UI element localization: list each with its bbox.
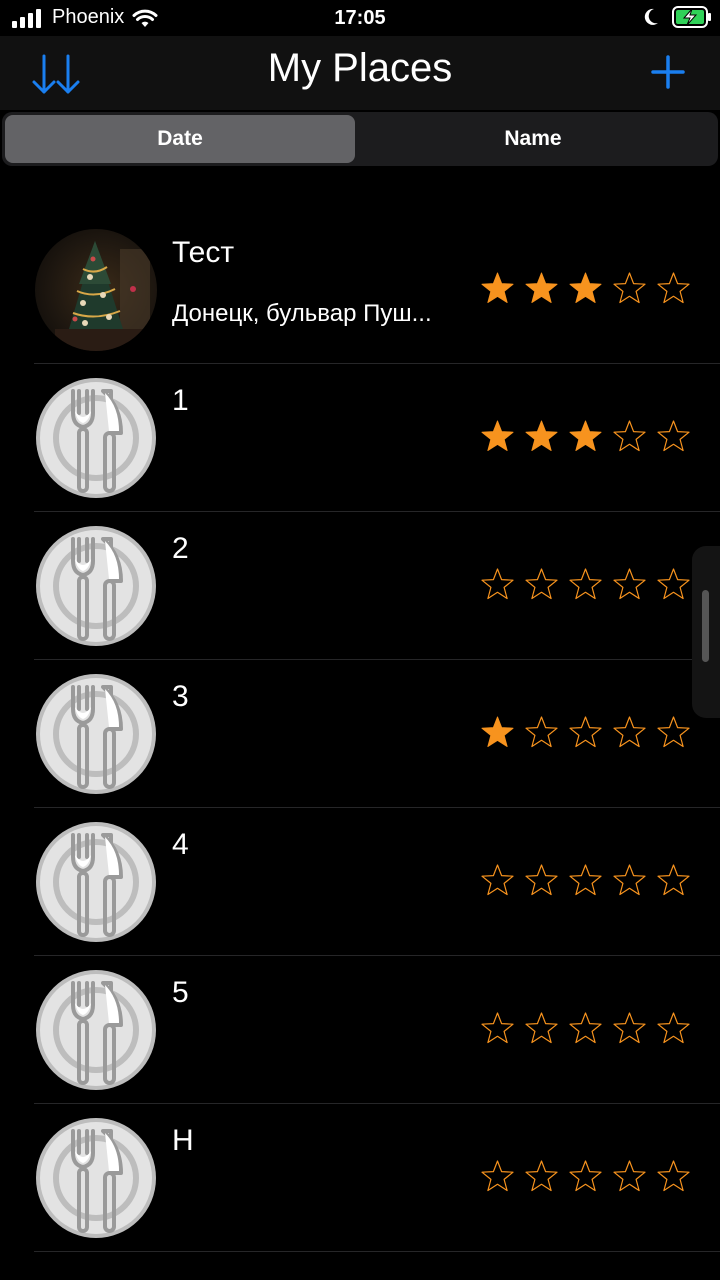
empty-star-icon: [613, 1012, 646, 1044]
empty-star-icon: [657, 568, 690, 600]
empty-star-icon: [657, 272, 690, 304]
empty-star-icon: [657, 420, 690, 452]
empty-star-icon: [481, 864, 514, 896]
scroll-thumb[interactable]: [702, 590, 709, 662]
empty-star-icon: [569, 1160, 602, 1192]
empty-star-icon: [481, 568, 514, 600]
place-name: 4: [172, 828, 189, 861]
plate-fork-knife-icon: [36, 378, 156, 498]
filled-star-icon: [569, 272, 602, 303]
empty-star-icon: [657, 1012, 690, 1044]
empty-star-icon: [613, 1160, 646, 1192]
empty-star-icon: [525, 716, 558, 748]
place-row[interactable]: 2: [0, 512, 720, 660]
place-name: 2: [172, 532, 189, 565]
plate-fork-knife-icon: [36, 674, 156, 794]
empty-star-icon: [569, 716, 602, 748]
rating-stars: [480, 863, 691, 898]
empty-star-icon: [613, 716, 646, 748]
filled-star-icon: [481, 716, 514, 747]
rating-stars: [480, 419, 691, 454]
place-thumbnail: [35, 1117, 157, 1239]
place-row[interactable]: Н: [0, 1104, 720, 1252]
segment-date[interactable]: Date: [5, 115, 355, 163]
empty-star-icon: [657, 1160, 690, 1192]
place-location: Донецк, бульвар Пуш...: [172, 300, 432, 327]
empty-star-icon: [657, 716, 690, 748]
place-thumbnail: [35, 377, 157, 499]
filled-star-icon: [481, 420, 514, 451]
place-row[interactable]: Тест Донецк, бульвар Пуш...: [0, 216, 720, 364]
plate-fork-knife-icon: [36, 1118, 156, 1238]
sort-segmented-control: Date Name: [2, 112, 718, 166]
empty-star-icon: [657, 864, 690, 896]
empty-star-icon: [569, 1012, 602, 1044]
status-time: 17:05: [334, 7, 386, 29]
plate-fork-knife-icon: [36, 822, 156, 942]
status-bar: Phoenix 17:05: [0, 0, 720, 36]
place-row[interactable]: 4: [0, 808, 720, 956]
plate-fork-knife-icon: [36, 526, 156, 646]
empty-star-icon: [481, 1160, 514, 1192]
empty-star-icon: [569, 568, 602, 600]
place-name: 5: [172, 976, 189, 1009]
plus-icon: [651, 55, 685, 89]
page-title: My Places: [267, 46, 453, 90]
segment-name[interactable]: Name: [358, 115, 708, 163]
add-place-button[interactable]: [650, 54, 686, 90]
places-list: Тест Донецк, бульвар Пуш... 1 2 3 4 5 Н: [0, 216, 720, 1252]
place-name: Н: [172, 1124, 194, 1157]
empty-star-icon: [525, 1012, 558, 1044]
place-thumbnail: [35, 969, 157, 1091]
filled-star-icon: [481, 272, 514, 303]
filled-star-icon: [525, 420, 558, 451]
empty-star-icon: [525, 1160, 558, 1192]
place-name: 3: [172, 680, 189, 713]
rating-stars: [480, 271, 691, 306]
rating-stars: [480, 715, 691, 750]
place-row[interactable]: 3: [0, 660, 720, 808]
place-row[interactable]: 1: [0, 364, 720, 512]
place-row[interactable]: 5: [0, 956, 720, 1104]
place-thumbnail: [35, 673, 157, 795]
empty-star-icon: [525, 568, 558, 600]
place-thumbnail: [35, 821, 157, 943]
navigation-bar: My Places: [0, 36, 720, 110]
empty-star-icon: [569, 864, 602, 896]
rating-stars: [480, 1011, 691, 1046]
filled-star-icon: [525, 272, 558, 303]
place-name: Тест: [172, 236, 235, 269]
christmas-tree-photo: [35, 229, 157, 351]
empty-star-icon: [613, 568, 646, 600]
plate-fork-knife-icon: [36, 970, 156, 1090]
rating-stars: [480, 1159, 691, 1194]
rating-stars: [480, 567, 691, 602]
place-name: 1: [172, 384, 189, 417]
empty-star-icon: [481, 1012, 514, 1044]
battery-charging-icon: [672, 6, 711, 28]
empty-star-icon: [613, 864, 646, 896]
filled-star-icon: [569, 420, 602, 451]
empty-star-icon: [613, 272, 646, 304]
place-thumbnail: [35, 229, 157, 351]
moon-icon: [644, 8, 658, 25]
empty-star-icon: [525, 864, 558, 896]
place-thumbnail: [35, 525, 157, 647]
scroll-indicator[interactable]: [692, 546, 720, 718]
empty-star-icon: [613, 420, 646, 452]
